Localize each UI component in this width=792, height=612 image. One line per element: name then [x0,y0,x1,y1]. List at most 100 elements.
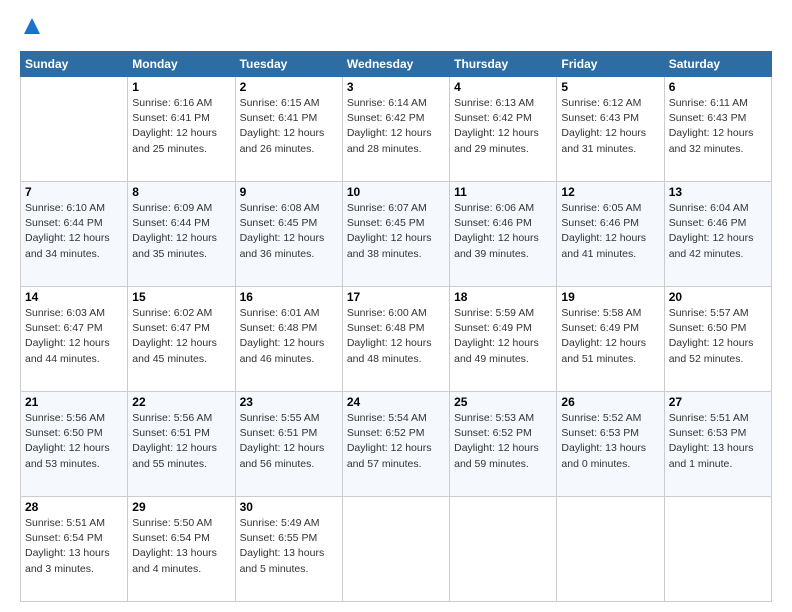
calendar-cell: 7 Sunrise: 6:10 AMSunset: 6:44 PMDaylight… [21,182,128,287]
calendar-cell: 26 Sunrise: 5:52 AMSunset: 6:53 PMDayligh… [557,392,664,497]
day-detail: Sunrise: 5:51 AMSunset: 6:53 PMDaylight:… [669,412,754,470]
day-number: 7 [25,185,123,199]
day-number: 23 [240,395,338,409]
calendar-cell: 20 Sunrise: 5:57 AMSunset: 6:50 PMDayligh… [664,287,771,392]
calendar-cell: 13 Sunrise: 6:04 AMSunset: 6:46 PMDayligh… [664,182,771,287]
day-number: 9 [240,185,338,199]
day-detail: Sunrise: 5:53 AMSunset: 6:52 PMDaylight:… [454,412,539,470]
calendar-cell: 17Sunrise: 6:00 AMSunset: 6:48 PMDayligh… [342,287,449,392]
day-number: 6 [669,80,767,94]
day-detail: Sunrise: 5:50 AMSunset: 6:54 PMDaylight:… [132,517,217,575]
day-detail: Sunrise: 5:55 AMSunset: 6:51 PMDaylight:… [240,412,325,470]
calendar-cell: 22 Sunrise: 5:56 AMSunset: 6:51 PMDayligh… [128,392,235,497]
day-detail: Sunrise: 6:01 AMSunset: 6:48 PMDaylight:… [240,307,325,365]
day-detail: Sunrise: 6:12 AMSunset: 6:43 PMDaylight:… [561,97,646,155]
logo [20,16,42,41]
day-number: 26 [561,395,659,409]
day-detail: Sunrise: 6:08 AMSunset: 6:45 PMDaylight:… [240,202,325,260]
day-detail: Sunrise: 6:07 AMSunset: 6:45 PMDaylight:… [347,202,432,260]
day-number: 15 [132,290,230,304]
day-detail: Sunrise: 6:05 AMSunset: 6:46 PMDaylight:… [561,202,646,260]
day-detail: Sunrise: 6:14 AMSunset: 6:42 PMDaylight:… [347,97,432,155]
col-header-thursday: Thursday [450,52,557,77]
calendar-row-3: 21Sunrise: 5:56 AMSunset: 6:50 PMDayligh… [21,392,772,497]
col-header-wednesday: Wednesday [342,52,449,77]
calendar-cell: 5 Sunrise: 6:12 AMSunset: 6:43 PMDaylight… [557,77,664,182]
calendar-cell: 30 Sunrise: 5:49 AMSunset: 6:55 PMDayligh… [235,497,342,602]
calendar-cell: 27 Sunrise: 5:51 AMSunset: 6:53 PMDayligh… [664,392,771,497]
calendar-table: SundayMondayTuesdayWednesdayThursdayFrid… [20,51,772,602]
day-detail: Sunrise: 5:51 AMSunset: 6:54 PMDaylight:… [25,517,110,575]
day-number: 14 [25,290,123,304]
calendar-cell [450,497,557,602]
calendar-cell [664,497,771,602]
day-detail: Sunrise: 6:09 AMSunset: 6:44 PMDaylight:… [132,202,217,260]
day-number: 24 [347,395,445,409]
day-number: 2 [240,80,338,94]
day-number: 30 [240,500,338,514]
calendar-cell: 23 Sunrise: 5:55 AMSunset: 6:51 PMDayligh… [235,392,342,497]
day-detail: Sunrise: 5:56 AMSunset: 6:51 PMDaylight:… [132,412,217,470]
day-number: 13 [669,185,767,199]
day-detail: Sunrise: 5:49 AMSunset: 6:55 PMDaylight:… [240,517,325,575]
calendar-cell [342,497,449,602]
day-detail: Sunrise: 5:52 AMSunset: 6:53 PMDaylight:… [561,412,646,470]
day-number: 20 [669,290,767,304]
day-number: 17 [347,290,445,304]
calendar-cell: 3 Sunrise: 6:14 AMSunset: 6:42 PMDaylight… [342,77,449,182]
day-detail: Sunrise: 5:57 AMSunset: 6:50 PMDaylight:… [669,307,754,365]
day-detail: Sunrise: 6:16 AMSunset: 6:41 PMDaylight:… [132,97,217,155]
day-detail: Sunrise: 6:03 AMSunset: 6:47 PMDaylight:… [25,307,110,365]
calendar-cell: 11 Sunrise: 6:06 AMSunset: 6:46 PMDayligh… [450,182,557,287]
calendar-cell: 15 Sunrise: 6:02 AMSunset: 6:47 PMDayligh… [128,287,235,392]
day-detail: Sunrise: 6:13 AMSunset: 6:42 PMDaylight:… [454,97,539,155]
day-number: 10 [347,185,445,199]
day-detail: Sunrise: 6:15 AMSunset: 6:41 PMDaylight:… [240,97,325,155]
calendar-cell: 12 Sunrise: 6:05 AMSunset: 6:46 PMDayligh… [557,182,664,287]
col-header-saturday: Saturday [664,52,771,77]
col-header-sunday: Sunday [21,52,128,77]
day-detail: Sunrise: 5:59 AMSunset: 6:49 PMDaylight:… [454,307,539,365]
day-number: 3 [347,80,445,94]
day-number: 11 [454,185,552,199]
logo-content [20,16,42,41]
calendar-cell: 25 Sunrise: 5:53 AMSunset: 6:52 PMDayligh… [450,392,557,497]
calendar-cell: 10 Sunrise: 6:07 AMSunset: 6:45 PMDayligh… [342,182,449,287]
calendar-cell: 16 Sunrise: 6:01 AMSunset: 6:48 PMDayligh… [235,287,342,392]
calendar-cell: 6 Sunrise: 6:11 AMSunset: 6:43 PMDaylight… [664,77,771,182]
calendar-cell: 8 Sunrise: 6:09 AMSunset: 6:44 PMDaylight… [128,182,235,287]
day-number: 27 [669,395,767,409]
day-detail: Sunrise: 6:10 AMSunset: 6:44 PMDaylight:… [25,202,110,260]
calendar-cell [21,77,128,182]
calendar-cell: 9 Sunrise: 6:08 AMSunset: 6:45 PMDaylight… [235,182,342,287]
day-detail: Sunrise: 5:56 AMSunset: 6:50 PMDaylight:… [25,412,110,470]
calendar-row-4: 28 Sunrise: 5:51 AMSunset: 6:54 PMDayligh… [21,497,772,602]
day-number: 12 [561,185,659,199]
calendar-row-1: 7 Sunrise: 6:10 AMSunset: 6:44 PMDaylight… [21,182,772,287]
day-number: 8 [132,185,230,199]
day-number: 29 [132,500,230,514]
calendar-cell: 2 Sunrise: 6:15 AMSunset: 6:41 PMDaylight… [235,77,342,182]
page-header [20,16,772,41]
day-number: 19 [561,290,659,304]
day-number: 18 [454,290,552,304]
day-detail: Sunrise: 6:04 AMSunset: 6:46 PMDaylight:… [669,202,754,260]
day-detail: Sunrise: 6:02 AMSunset: 6:47 PMDaylight:… [132,307,217,365]
day-detail: Sunrise: 6:11 AMSunset: 6:43 PMDaylight:… [669,97,754,155]
day-number: 16 [240,290,338,304]
calendar-cell: 21Sunrise: 5:56 AMSunset: 6:50 PMDayligh… [21,392,128,497]
day-number: 1 [132,80,230,94]
col-header-monday: Monday [128,52,235,77]
col-header-tuesday: Tuesday [235,52,342,77]
logo-icon [22,16,42,36]
day-number: 5 [561,80,659,94]
day-number: 25 [454,395,552,409]
calendar-row-0: 1 Sunrise: 6:16 AMSunset: 6:41 PMDaylight… [21,77,772,182]
calendar-cell: 24 Sunrise: 5:54 AMSunset: 6:52 PMDayligh… [342,392,449,497]
day-number: 22 [132,395,230,409]
calendar-cell: 18 Sunrise: 5:59 AMSunset: 6:49 PMDayligh… [450,287,557,392]
day-detail: Sunrise: 5:54 AMSunset: 6:52 PMDaylight:… [347,412,432,470]
day-number: 28 [25,500,123,514]
calendar-cell [557,497,664,602]
day-detail: Sunrise: 6:06 AMSunset: 6:46 PMDaylight:… [454,202,539,260]
